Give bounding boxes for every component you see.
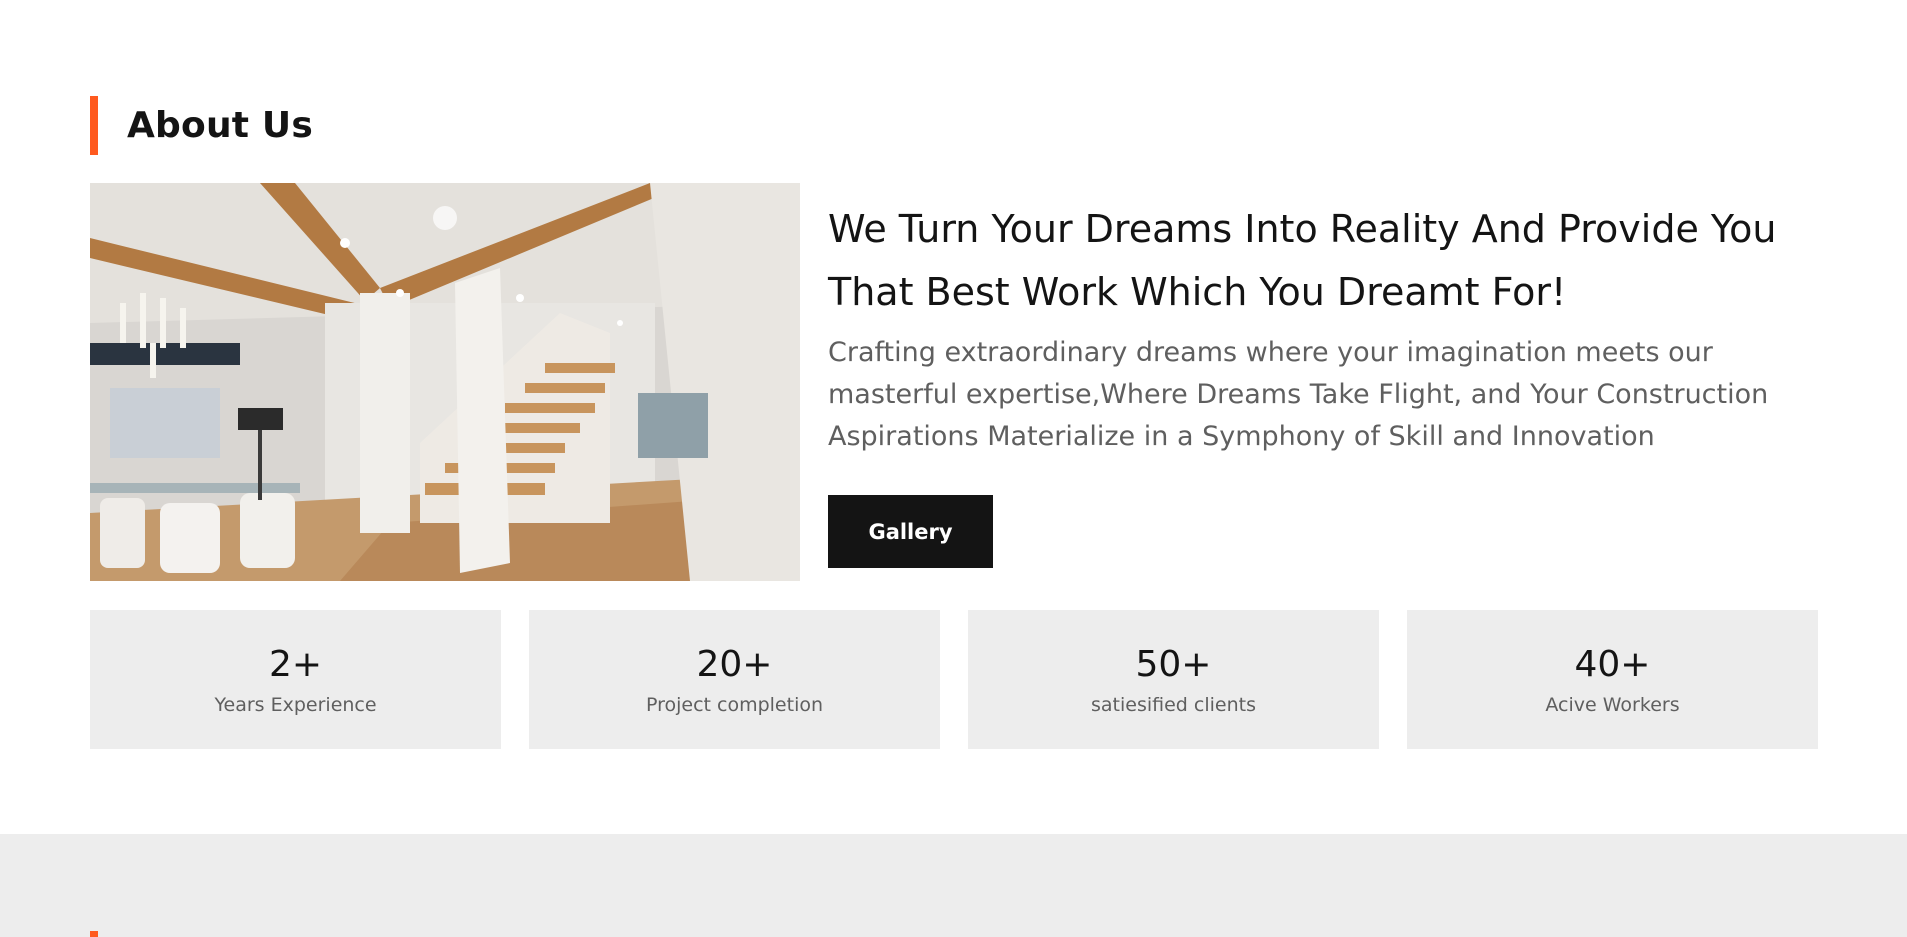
stat-value: 50+ [1135, 643, 1212, 685]
about-text-block: We Turn Your Dreams Into Reality And Pro… [828, 198, 1838, 458]
stat-label: Years Experience [214, 693, 377, 716]
section-heading: About Us [90, 96, 313, 155]
heading-accent-bar [90, 96, 98, 155]
gallery-button[interactable]: Gallery [828, 495, 993, 568]
stat-value: 2+ [268, 643, 323, 685]
stat-label: Project completion [645, 693, 824, 716]
stat-card-workers: 40+ Acive Workers [1407, 610, 1818, 749]
interior-staircase-photo [90, 183, 800, 581]
stat-label: Acive Workers [1545, 693, 1680, 716]
stat-card-clients: 50+ satiesified clients [968, 610, 1379, 749]
stat-value: 20+ [696, 643, 773, 685]
stat-label: satiesified clients [1091, 693, 1256, 716]
section-title: About Us [127, 105, 313, 146]
stats-row: 2+ Years Experience 20+ Project completi… [90, 610, 1818, 749]
stat-value: 40+ [1574, 643, 1651, 685]
next-section-accent-bar [90, 931, 98, 937]
about-description: Crafting extraordinary dreams where your… [828, 337, 1769, 452]
stat-card-years: 2+ Years Experience [90, 610, 501, 749]
next-section [0, 834, 1907, 937]
about-headline: We Turn Your Dreams Into Reality And Pro… [828, 207, 1777, 314]
stat-card-projects: 20+ Project completion [529, 610, 940, 749]
about-section: About Us We Turn Your Dreams Into Realit… [0, 0, 1907, 834]
